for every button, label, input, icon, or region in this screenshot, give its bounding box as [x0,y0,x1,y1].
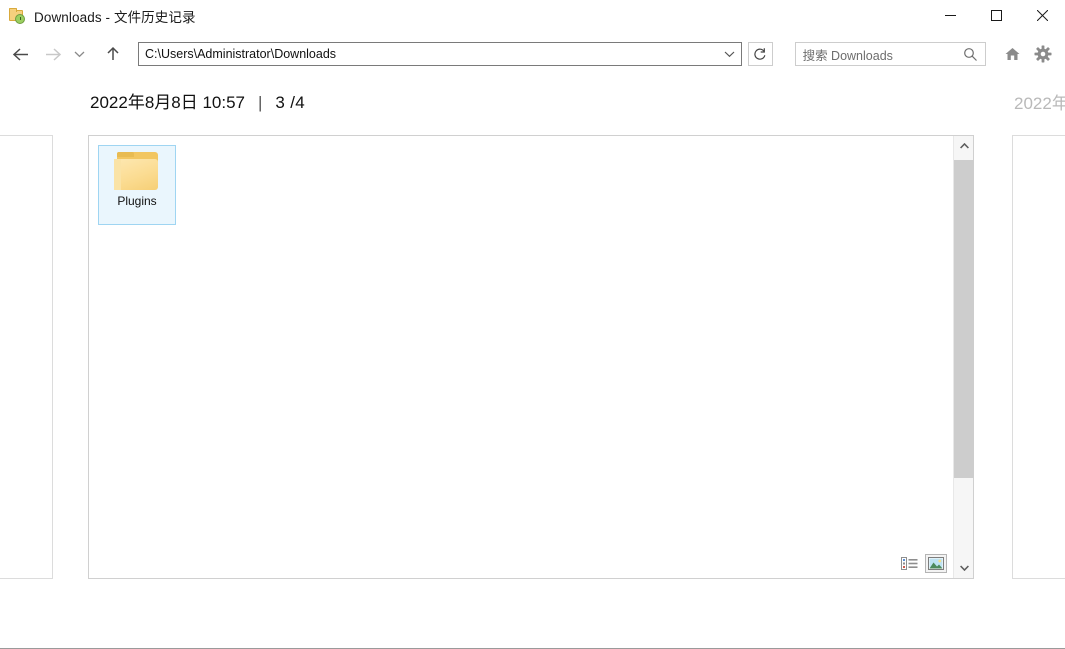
search-box[interactable]: 搜索 Downloads [794,42,987,67]
next-version-card[interactable] [1012,135,1065,579]
page-indicator: 3 /4 [275,93,305,112]
title-bar: Downloads - 文件历史记录 [0,0,1065,31]
list-item[interactable]: Plugins [98,145,176,225]
address-bar[interactable]: C:\Users\Administrator\Downloads [138,42,743,66]
folder-icon [114,152,160,190]
minimize-button[interactable] [927,0,973,31]
home-icon[interactable] [1000,40,1024,68]
header-separator: | [258,93,263,112]
version-date-line: 2022年8月8日 10:57 | 3 /4 [90,88,305,113]
version-navigation-bar [0,592,1065,649]
file-list-pane: Plugins [88,135,974,579]
details-view-icon[interactable] [899,555,919,573]
back-button[interactable] [7,40,35,68]
next-version-date-preview: 2022年 [1014,94,1065,113]
large-icons-view-icon[interactable] [925,554,947,573]
gear-icon[interactable] [1031,40,1055,68]
scroll-up-icon[interactable] [954,136,974,156]
chevron-down-icon[interactable] [717,43,741,65]
file-history-window: Downloads - 文件历史记录 C:\Users\Administrato… [0,0,1065,649]
window-title: Downloads - 文件历史记录 [34,9,196,25]
view-mode-buttons [899,554,947,573]
scroll-down-icon[interactable] [954,558,974,578]
search-input[interactable]: 搜索 Downloads [796,45,893,64]
search-icon [963,47,978,67]
recent-locations-button[interactable] [69,40,89,68]
version-header: 2022年8月8日 10:57 | 3 /4 2022年 [0,88,1065,126]
address-input[interactable]: C:\Users\Administrator\Downloads [139,47,336,61]
file-list-area[interactable]: Plugins [89,136,953,578]
up-button[interactable] [99,40,127,68]
folder-history-icon [9,7,26,24]
forward-button[interactable] [39,40,67,68]
scrollbar-track[interactable] [954,156,974,558]
maximize-button[interactable] [973,0,1019,31]
window-controls [927,0,1065,31]
close-button[interactable] [1019,0,1065,31]
version-date: 2022年8月8日 10:57 [90,93,245,112]
file-name: Plugins [117,194,157,208]
scrollbar-thumb[interactable] [954,160,974,478]
refresh-button[interactable] [748,42,773,66]
vertical-scrollbar[interactable] [953,136,974,578]
address-toolbar: C:\Users\Administrator\Downloads 搜索 Down… [0,31,1065,77]
previous-version-card[interactable] [0,135,53,579]
